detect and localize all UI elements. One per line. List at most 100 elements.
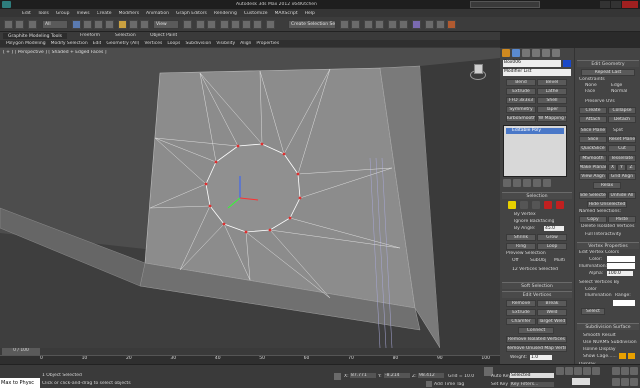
- isoline-display-checkbox[interactable]: Isoline Display: [583, 347, 616, 352]
- collapse-button[interactable]: Collapse: [608, 107, 636, 114]
- pivot-icon[interactable]: [183, 20, 192, 29]
- orbit-icon[interactable]: [612, 377, 620, 386]
- cut-button[interactable]: Cut: [608, 145, 636, 152]
- maxscript-listener[interactable]: Max to Physc: [0, 378, 40, 388]
- minimize-icon[interactable]: [600, 1, 610, 8]
- object-name-field[interactable]: Box006: [503, 60, 561, 67]
- remove-button[interactable]: Remove: [506, 300, 536, 307]
- mirror-icon[interactable]: [340, 20, 349, 29]
- viewport-perspective[interactable]: [ + ] [ Perspective ] [ Shaded + Edged F…: [0, 48, 500, 348]
- extrude-button[interactable]: Extrude: [506, 309, 536, 316]
- mod-uvw-button[interactable]: UVW Mapping Clr: [537, 115, 567, 122]
- graphite-toggle-icon[interactable]: [375, 20, 384, 29]
- repeat-last-button[interactable]: Repeat Last: [581, 69, 635, 76]
- search-field[interactable]: [470, 1, 540, 8]
- preserve-uvs-checkbox[interactable]: Preserve UVs: [585, 99, 615, 104]
- menu-customize[interactable]: Customize: [244, 11, 268, 16]
- relax-button[interactable]: Relax: [593, 182, 621, 189]
- constraint-edge-radio[interactable]: Edge: [611, 83, 622, 88]
- menu-help[interactable]: Help: [305, 11, 315, 16]
- full-interactivity-checkbox[interactable]: Full Interactivity: [585, 232, 621, 237]
- cage-color-swatch-1[interactable]: [619, 353, 626, 359]
- display-tab-icon[interactable]: [542, 49, 550, 57]
- utilities-tab-icon[interactable]: [552, 49, 560, 57]
- weld-button[interactable]: Weld: [537, 309, 567, 316]
- polygon-mode-icon[interactable]: [544, 201, 552, 209]
- layer-manager-icon[interactable]: [364, 20, 373, 29]
- ribbon-item-subdivision[interactable]: Subdivision: [185, 41, 211, 46]
- split-checkbox[interactable]: Split: [613, 128, 623, 133]
- make-unique-icon[interactable]: [523, 179, 531, 187]
- mod-turbosmooth-button[interactable]: TurboSmooth: [506, 115, 536, 122]
- set-key-button[interactable]: Set Key: [491, 382, 508, 387]
- weight-spinner[interactable]: 1.0: [530, 355, 552, 360]
- move-icon[interactable]: [118, 20, 127, 29]
- hide-unselected-button[interactable]: Hide Unselected: [587, 201, 627, 208]
- selection-rollout-header[interactable]: Selection: [502, 192, 572, 199]
- reset-plane-button[interactable]: Reset Plane: [608, 136, 636, 143]
- ribbon-tab-selection[interactable]: Selection: [115, 33, 136, 38]
- copy-button[interactable]: Copy: [579, 216, 607, 223]
- render-icon[interactable]: [447, 20, 456, 29]
- mod-ffd-button[interactable]: FFD 3x3x3: [506, 97, 536, 104]
- rotate-icon[interactable]: [129, 20, 138, 29]
- constraint-normal-radio[interactable]: Normal: [611, 89, 627, 94]
- mod-lathe-button[interactable]: Lathe: [537, 88, 567, 95]
- menu-animation[interactable]: Animation: [146, 11, 169, 16]
- menu-edit[interactable]: Edit: [22, 11, 31, 16]
- ring-button[interactable]: Ring: [506, 243, 536, 250]
- menu-rendering[interactable]: Rendering: [214, 11, 237, 16]
- grid-align-button[interactable]: Grid Align: [608, 173, 636, 180]
- quickslice-button[interactable]: QuickSlice: [579, 145, 607, 152]
- ribbon-item-align[interactable]: Align: [240, 41, 251, 46]
- pan-icon[interactable]: [630, 367, 638, 375]
- mod-shell-button[interactable]: Shell: [537, 97, 567, 104]
- angle-spinner[interactable]: 45.0: [544, 226, 564, 231]
- stack-item-editable-poly[interactable]: Editable Poly: [506, 128, 564, 134]
- planar-x-button[interactable]: X: [608, 164, 617, 171]
- material-editor-icon[interactable]: [412, 20, 421, 29]
- ribbon-item-geometry[interactable]: Geometry (All): [106, 41, 139, 46]
- delete-isolated-checkbox[interactable]: Delete Isolated Vertices: [581, 224, 639, 229]
- menu-tools[interactable]: Tools: [38, 11, 49, 16]
- slice-button[interactable]: Slice: [579, 136, 607, 143]
- chamfer-button[interactable]: Chamfer: [506, 318, 536, 325]
- zoom-icon[interactable]: [612, 367, 620, 375]
- reference-coord-dropdown[interactable]: View: [153, 20, 179, 29]
- attach-button[interactable]: Attach: [579, 116, 607, 123]
- ribbon-tab-freeform[interactable]: Freeform: [80, 33, 100, 38]
- modifier-list-dropdown[interactable]: Modifier List: [503, 69, 571, 76]
- keyboard-shortcut-icon[interactable]: [207, 20, 216, 29]
- remove-isolated-button[interactable]: Remove Isolated Vertices: [506, 336, 567, 343]
- ribbon-tab-graphite[interactable]: Graphite Modeling Tools: [3, 33, 67, 39]
- schematic-view-icon[interactable]: [399, 20, 408, 29]
- key-filters-button[interactable]: Key Filters...: [510, 382, 554, 387]
- rendered-frame-icon[interactable]: [436, 20, 445, 29]
- constraint-face-radio[interactable]: Face: [585, 89, 595, 94]
- illumination-swatch[interactable]: [607, 263, 635, 269]
- mod-bend-button[interactable]: Bend: [506, 79, 536, 86]
- zoom-all-icon[interactable]: [621, 367, 629, 375]
- grow-button[interactable]: Grow: [537, 234, 567, 241]
- use-nurms-checkbox[interactable]: Use NURMS Subdivision: [583, 340, 637, 345]
- vertex-properties-rollout-header[interactable]: Vertex Properties: [577, 242, 639, 249]
- track-bar[interactable]: 0 10 20 30 40 50 60 70 80 90 100: [0, 355, 500, 364]
- by-angle-checkbox[interactable]: By Angle:: [514, 226, 536, 231]
- planar-y-button[interactable]: Y: [617, 164, 626, 171]
- smooth-result-checkbox[interactable]: Smooth Result: [583, 333, 616, 338]
- element-mode-icon[interactable]: [556, 201, 564, 209]
- time-slider-thumb[interactable]: 0 / 100: [2, 348, 40, 355]
- menu-group[interactable]: Group: [56, 11, 70, 16]
- ribbon-item-visibility[interactable]: Visibility: [216, 41, 235, 46]
- curve-editor-icon[interactable]: [388, 20, 397, 29]
- time-tag-icon[interactable]: [426, 381, 432, 387]
- create-tab-icon[interactable]: [502, 49, 510, 57]
- add-time-tag[interactable]: Add Time Tag: [434, 382, 464, 387]
- z-coordinate[interactable]: 98.412: [418, 373, 444, 378]
- preview-multi-radio[interactable]: Multi: [554, 258, 565, 263]
- scale-icon[interactable]: [140, 20, 149, 29]
- window-crossing-icon[interactable]: [105, 20, 114, 29]
- remove-modifier-icon[interactable]: [533, 179, 541, 187]
- unhide-all-button[interactable]: Unhide All: [608, 192, 636, 199]
- ribbon-item-edit[interactable]: Edit: [93, 41, 102, 46]
